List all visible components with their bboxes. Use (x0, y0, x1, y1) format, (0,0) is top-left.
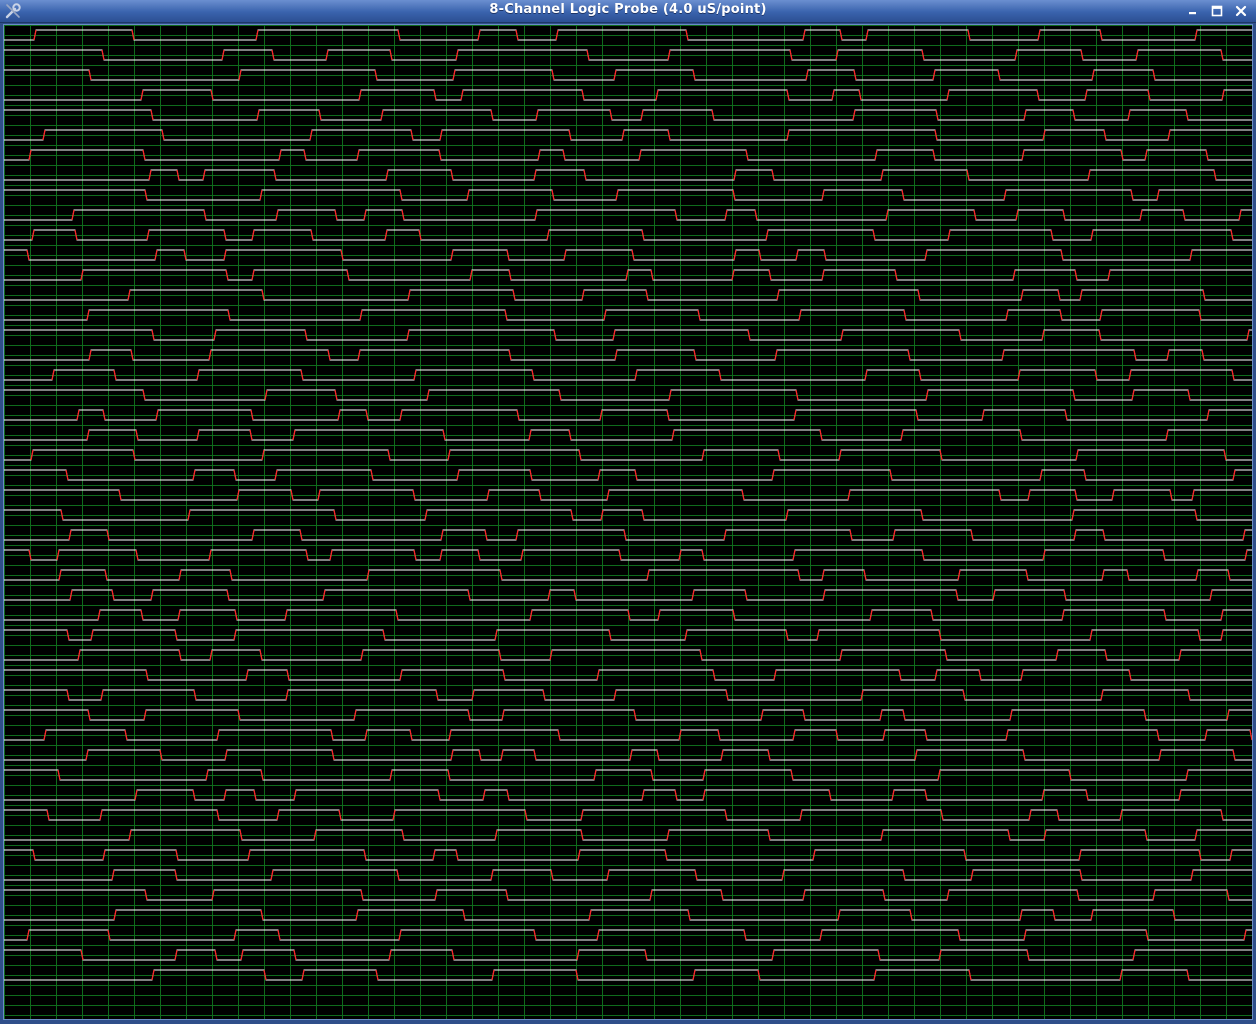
close-icon (1235, 5, 1247, 17)
maximize-icon (1211, 5, 1223, 17)
title-bar[interactable]: 8-Channel Logic Probe (4.0 uS/point) (0, 0, 1256, 23)
maximize-button[interactable] (1208, 2, 1226, 20)
window-title: 8-Channel Logic Probe (4.0 uS/point) (489, 2, 767, 17)
close-button[interactable] (1232, 2, 1250, 20)
minimize-button[interactable] (1184, 2, 1202, 20)
minimize-icon (1189, 12, 1196, 15)
logic-trace-plot (4, 25, 1252, 1019)
probe-window: 8-Channel Logic Probe (4.0 uS/point) (0, 0, 1256, 1024)
